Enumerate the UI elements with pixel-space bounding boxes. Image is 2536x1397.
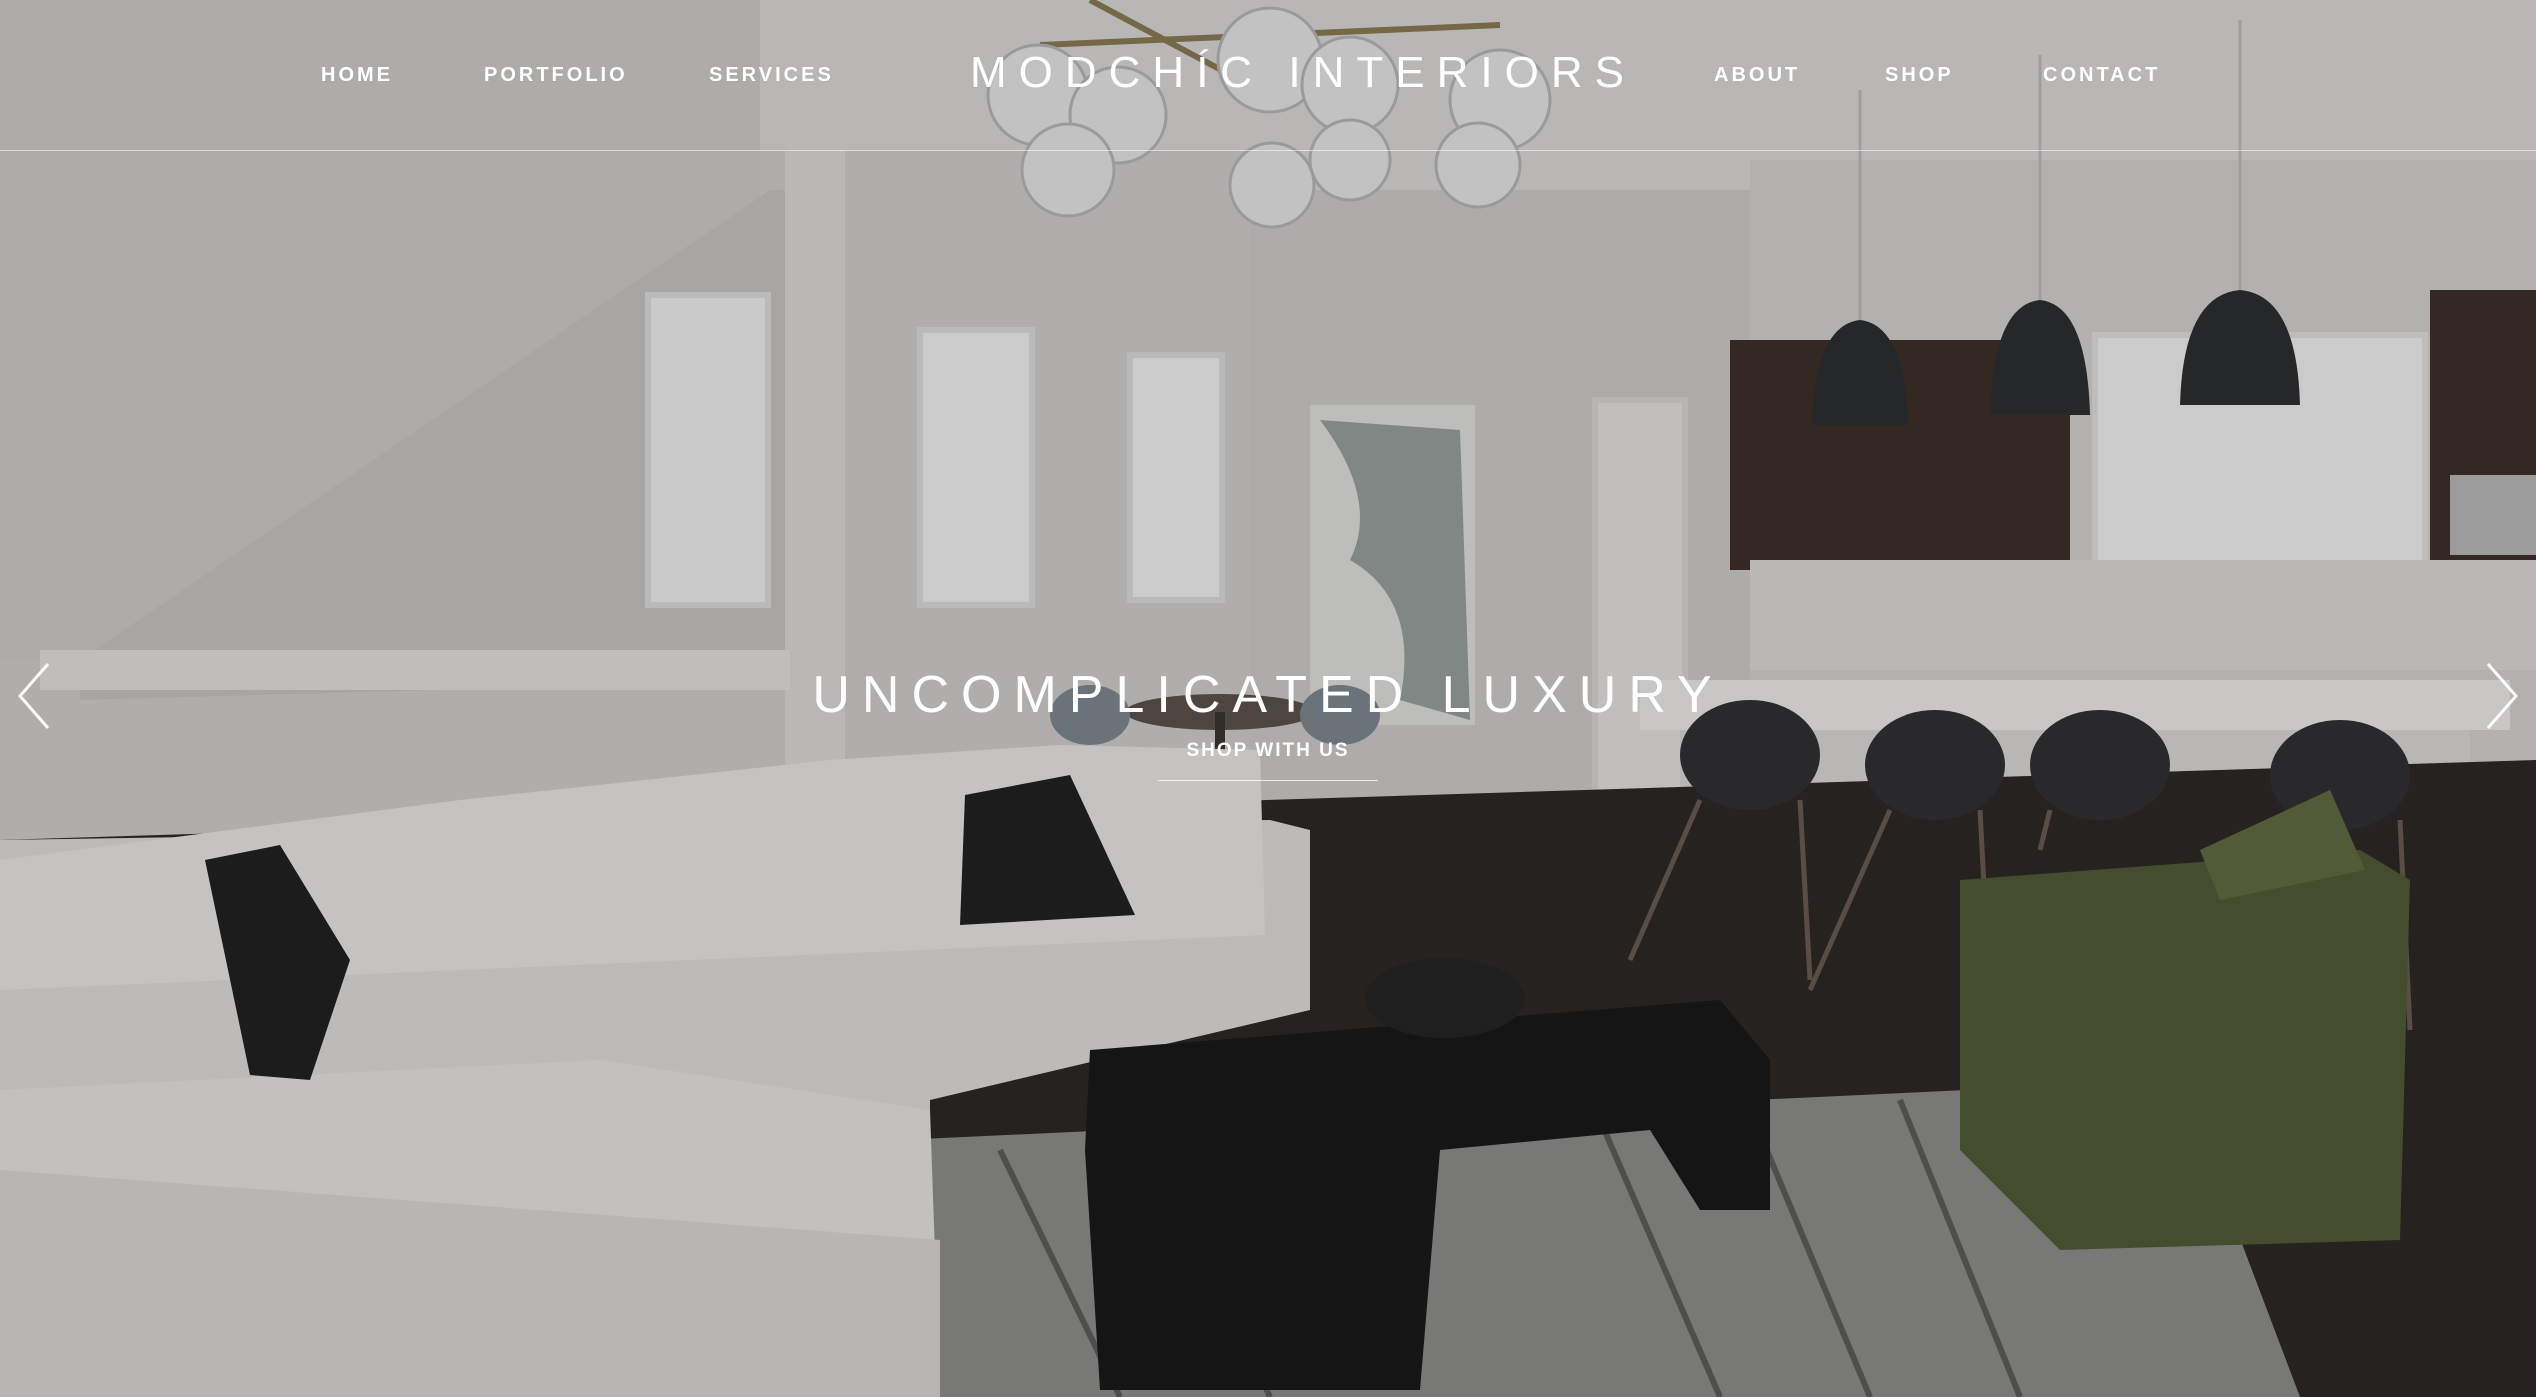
- chevron-right-icon: [2486, 663, 2518, 729]
- nav-shop-link[interactable]: SHOP: [1885, 62, 1954, 88]
- chevron-left-icon: [18, 663, 50, 729]
- site-logo[interactable]: MODCHÍC INTERIORS: [970, 48, 1624, 98]
- site-header: HOME PORTFOLIO SERVICES MODCHÍC INTERIOR…: [0, 0, 2536, 151]
- nav-portfolio-link[interactable]: PORTFOLIO: [484, 62, 628, 88]
- nav-home-link[interactable]: HOME: [321, 62, 393, 88]
- slider-prev-button[interactable]: [14, 660, 54, 732]
- hero-headline: UNCOMPLICATED LUXURY: [812, 665, 1724, 724]
- nav-contact-link[interactable]: CONTACT: [2043, 62, 2160, 88]
- nav-services-link[interactable]: SERVICES: [709, 62, 834, 88]
- shop-with-us-button[interactable]: SHOP WITH US: [1158, 740, 1378, 781]
- nav-about-link[interactable]: ABOUT: [1714, 62, 1800, 88]
- slider-next-button[interactable]: [2482, 660, 2522, 732]
